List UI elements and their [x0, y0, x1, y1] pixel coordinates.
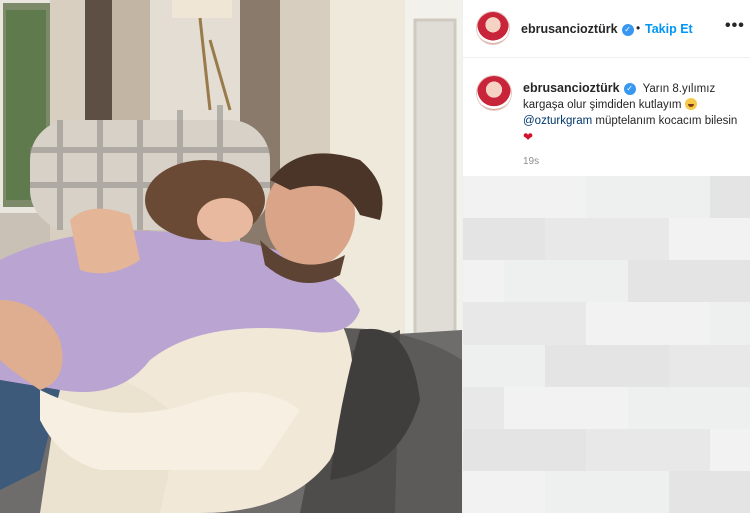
post-photo[interactable] [0, 0, 462, 513]
post-caption: ebrusancioztürk ✓ Yarın 8.yılımız kargaşa… [463, 70, 750, 170]
blur-block [545, 260, 587, 303]
blur-block [586, 218, 628, 261]
blur-block [586, 176, 628, 219]
header-separator: • [636, 21, 641, 35]
blur-block [463, 218, 505, 261]
mention-link[interactable]: @ozturkgram [523, 115, 592, 127]
caption-text: ebrusancioztürk ✓ Yarın 8.yılımız kargaşa… [523, 80, 745, 146]
blur-block [668, 218, 710, 261]
blur-block [586, 260, 628, 303]
blur-block [709, 260, 750, 303]
blur-block [668, 260, 710, 303]
blur-block [504, 176, 546, 219]
blur-block [709, 428, 750, 471]
blur-block [709, 176, 750, 219]
couple-hugging-photo [0, 0, 462, 513]
blur-block [463, 176, 505, 219]
blur-block [504, 302, 546, 345]
author-username-link[interactable]: ebrusancioztürk ✓ [521, 22, 634, 36]
blur-block [627, 470, 669, 513]
blur-block [545, 302, 587, 345]
blur-block [586, 302, 628, 345]
heart-emoji-icon: ❤ [523, 130, 534, 144]
caption-body-part2: müptelanım kocacım bilesin [595, 115, 738, 127]
blur-block [668, 176, 710, 219]
blur-block [545, 344, 587, 387]
verified-badge-icon: ✓ [623, 82, 636, 95]
blur-block [545, 470, 587, 513]
blur-block [504, 344, 546, 387]
blur-block [668, 428, 710, 471]
blur-block [545, 386, 587, 429]
blur-block [709, 386, 750, 429]
blur-block [709, 302, 750, 345]
author-username[interactable]: ebrusancioztürk [521, 22, 618, 36]
blur-block [504, 470, 546, 513]
blur-block [709, 218, 750, 261]
blur-block [627, 260, 669, 303]
caption-author-avatar[interactable] [477, 76, 511, 110]
more-options-icon[interactable]: ••• [725, 17, 745, 35]
blur-block [463, 344, 505, 387]
blur-block [463, 428, 505, 471]
blur-block [463, 260, 505, 303]
blur-block [627, 428, 669, 471]
blur-block [709, 470, 750, 513]
blur-block [627, 302, 669, 345]
caption-username[interactable]: ebrusancioztürk ✓ [523, 81, 636, 95]
blur-block [504, 218, 546, 261]
blur-block [586, 428, 628, 471]
blur-block [586, 344, 628, 387]
blurred-comments-area [463, 176, 750, 513]
post-header: ebrusancioztürk ✓ • Takip Et ••• [463, 0, 750, 58]
blur-block [504, 428, 546, 471]
blur-block [463, 302, 505, 345]
blur-block [545, 218, 587, 261]
blur-block [463, 470, 505, 513]
laughing-emoji-icon [684, 98, 697, 110]
verified-badge-icon: ✓ [621, 23, 634, 36]
blur-block [627, 344, 669, 387]
blur-block [545, 176, 587, 219]
blur-block [504, 386, 546, 429]
blur-block [668, 470, 710, 513]
blur-block [586, 470, 628, 513]
follow-button[interactable]: Takip Et [645, 22, 693, 36]
blur-block [627, 176, 669, 219]
blur-block [545, 428, 587, 471]
blur-block [627, 218, 669, 261]
blur-block [709, 344, 750, 387]
author-avatar[interactable] [477, 12, 509, 44]
post-time-ago[interactable]: 19s [523, 156, 539, 167]
blur-block [627, 386, 669, 429]
blur-block [668, 344, 710, 387]
blur-block [463, 386, 505, 429]
post-side-panel: ebrusancioztürk ✓ • Takip Et ••• ebrusanc… [462, 0, 750, 513]
blur-block [668, 302, 710, 345]
blur-block [668, 386, 710, 429]
blur-block [586, 386, 628, 429]
blur-block [504, 260, 546, 303]
